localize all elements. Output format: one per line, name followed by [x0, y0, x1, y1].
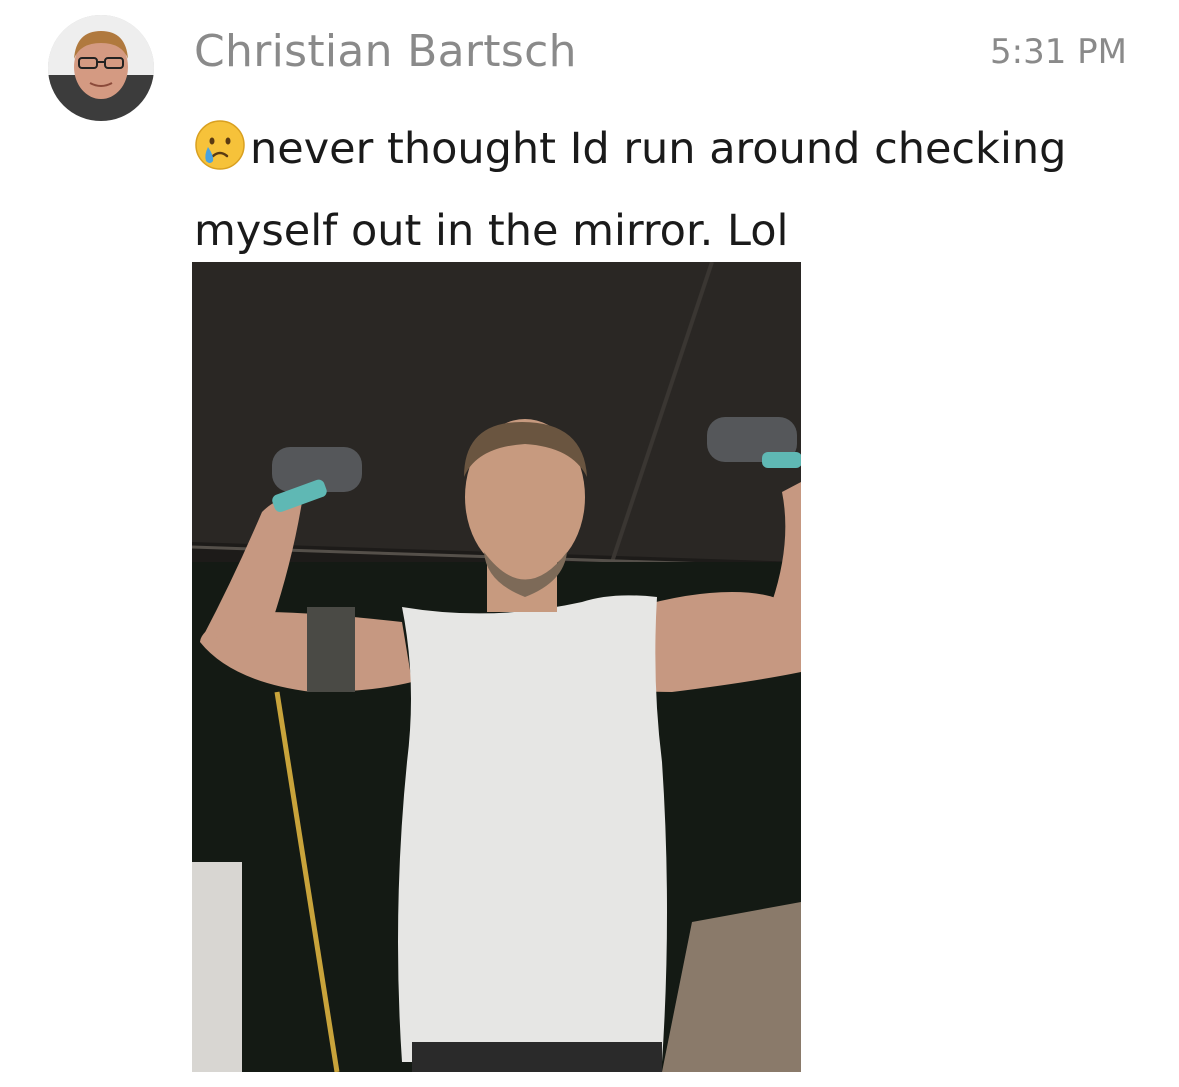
avatar-image — [48, 15, 154, 121]
crying-face-icon — [194, 119, 246, 194]
chat-message: Christian Bartsch 5:31 PM never thought … — [0, 0, 1179, 1087]
sender-avatar[interactable] — [48, 15, 154, 121]
attached-photo[interactable] — [192, 262, 801, 1072]
sender-name[interactable]: Christian Bartsch — [194, 26, 577, 77]
message-text: never thought Id run around checking mys… — [194, 124, 1067, 256]
photo-image — [192, 262, 801, 1072]
message-timestamp: 5:31 PM — [990, 32, 1127, 72]
message-body: never thought Id run around checking mys… — [194, 112, 1134, 268]
